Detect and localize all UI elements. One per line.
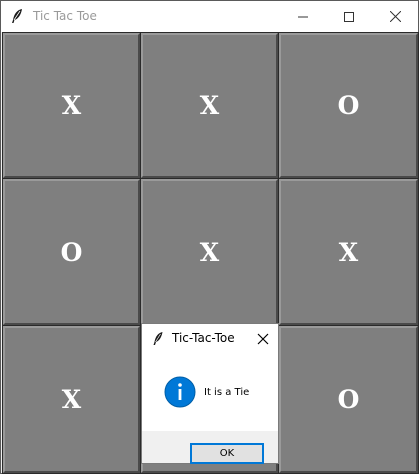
board-cell-6[interactable]: X — [279, 179, 418, 325]
info-icon — [164, 376, 196, 408]
maximize-icon — [344, 7, 354, 26]
close-button[interactable] — [372, 1, 418, 32]
dialog-footer: OK — [142, 431, 278, 464]
minimize-button[interactable] — [280, 1, 326, 32]
board-cell-4[interactable]: O — [3, 179, 140, 325]
close-icon[interactable] — [256, 331, 270, 345]
tie-dialog: Tic-Tac-Toe It is a Tie OK — [141, 323, 279, 464]
dialog-title-bar: Tic-Tac-Toe — [142, 324, 278, 352]
board-cell-1[interactable]: X — [3, 33, 140, 178]
window-title: Tic Tac Toe — [33, 9, 97, 23]
maximize-button[interactable] — [326, 1, 372, 32]
board-cell-9[interactable]: O — [279, 326, 418, 473]
feather-icon — [10, 8, 24, 24]
dialog-message: It is a Tie — [204, 387, 250, 398]
board-cell-7[interactable]: X — [3, 326, 140, 473]
ok-button[interactable]: OK — [190, 443, 264, 464]
board-cell-3[interactable]: O — [279, 33, 418, 178]
title-bar: Tic Tac Toe — [1, 1, 418, 32]
board-cell-5[interactable]: X — [141, 179, 278, 325]
feather-icon — [152, 331, 164, 346]
dialog-title: Tic-Tac-Toe — [172, 331, 235, 345]
close-icon — [389, 7, 401, 26]
minimize-icon — [298, 7, 308, 26]
board-cell-2[interactable]: X — [141, 33, 278, 178]
